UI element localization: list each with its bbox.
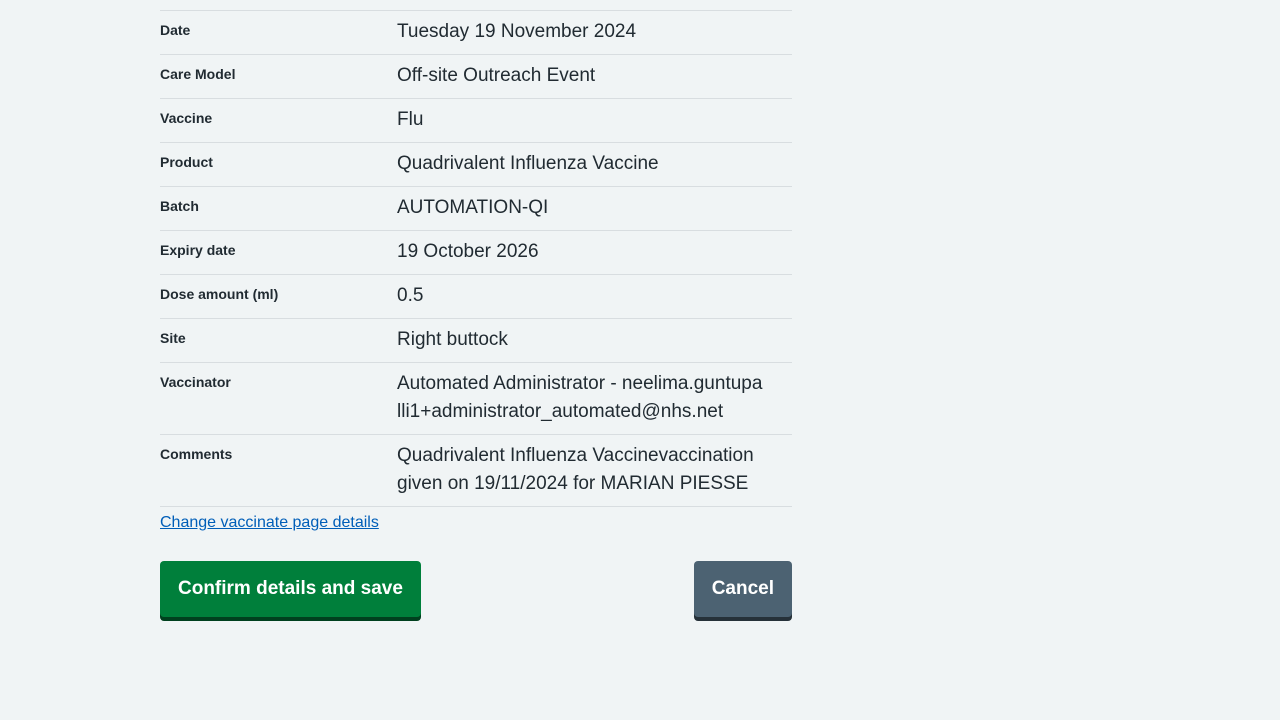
summary-row-vaccine: Vaccine Flu	[160, 98, 792, 142]
summary-key: Product	[160, 154, 213, 170]
summary-value: Quadrivalent Influenza Vaccinevaccinatio…	[397, 445, 754, 494]
summary-key: Expiry date	[160, 242, 236, 258]
summary-row-care-model: Care Model Off-site Outreach Event	[160, 54, 792, 98]
summary-value: AUTOMATION-QI	[397, 197, 549, 218]
summary-value: 0.5	[397, 285, 424, 306]
summary-row-comments: Comments Quadrivalent Influenza Vaccinev…	[160, 434, 792, 507]
summary-list: Date Tuesday 19 November 2024 Care Model…	[160, 10, 792, 621]
confirm-save-button[interactable]: Confirm details and save	[160, 561, 421, 617]
summary-value: Off-site Outreach Event	[397, 65, 596, 86]
summary-key: Vaccinator	[160, 374, 231, 390]
summary-value: Tuesday 19 November 2024	[397, 21, 637, 42]
summary-key: Vaccine	[160, 110, 213, 126]
summary-value: Right buttock	[397, 329, 508, 350]
summary-row-site: Site Right buttock	[160, 318, 792, 362]
summary-value: 19 October 2026	[397, 241, 539, 262]
summary-key: Dose amount (ml)	[160, 286, 279, 302]
summary-row-dose-amount: Dose amount (ml) 0.5	[160, 274, 792, 318]
form-actions: Confirm details and save Cancel	[160, 561, 792, 621]
summary-value: Flu	[397, 109, 424, 130]
summary-row-date: Date Tuesday 19 November 2024	[160, 10, 792, 54]
summary-value: Automated Administrator - neelima.guntup…	[397, 373, 763, 422]
summary-key: Comments	[160, 446, 233, 462]
cancel-button[interactable]: Cancel	[693, 561, 792, 617]
summary-value: Quadrivalent Influenza Vaccine	[397, 153, 659, 174]
summary-row-expiry-date: Expiry date 19 October 2026	[160, 230, 792, 274]
summary-row-batch: Batch AUTOMATION-QI	[160, 186, 792, 230]
summary-key: Site	[160, 330, 186, 346]
change-vaccinate-details-link[interactable]: Change vaccinate page details	[160, 513, 379, 533]
summary-row-product: Product Quadrivalent Influenza Vaccine	[160, 142, 792, 186]
summary-row-vaccinator: Vaccinator Automated Administrator - nee…	[160, 362, 792, 434]
summary-key: Date	[160, 22, 191, 38]
summary-key: Batch	[160, 198, 199, 214]
summary-key: Care Model	[160, 66, 236, 82]
